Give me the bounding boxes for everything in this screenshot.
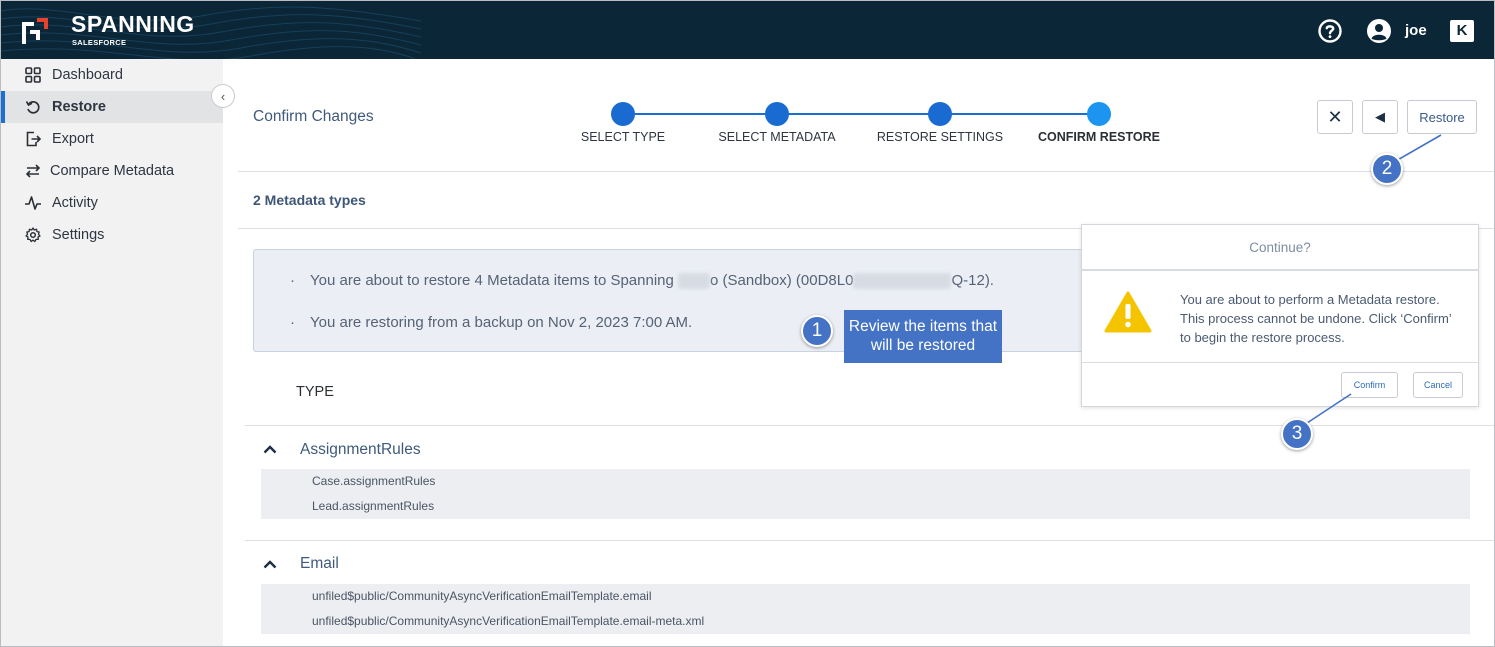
step-label-confirm-restore: CONFIRM RESTORE: [1038, 130, 1160, 144]
back-button[interactable]: ◀: [1362, 100, 1398, 134]
sidebar-item-label: Compare Metadata: [50, 163, 175, 179]
summary-text-middle: o (Sandbox) (00D8L0: [710, 272, 854, 289]
list-item: unfiled$public/CommunityAsyncVerificatio…: [312, 614, 705, 628]
step-label-select-metadata: SELECT METADATA: [718, 130, 836, 144]
summary-text-suffix: Q-12).: [951, 272, 994, 289]
header-divider: [238, 171, 1494, 172]
brand-subtitle: SALESFORCE: [72, 38, 127, 47]
sidebar-item-dashboard[interactable]: Dashboard: [1, 59, 223, 91]
bullet: ·: [290, 272, 295, 289]
summary-text-prefix: You are about to restore 4 Metadata item…: [310, 272, 679, 289]
redacted-text: [678, 273, 711, 290]
dialog-footer-divider: [1082, 362, 1478, 363]
confirm-dialog: Continue? You are about to perform a Met…: [1081, 224, 1479, 407]
compare-arrows-icon: [23, 161, 43, 181]
restore-icon: [23, 97, 43, 117]
help-circle-icon[interactable]: [1318, 19, 1342, 43]
group-items-email: unfiled$public/CommunityAsyncVerificatio…: [261, 584, 1470, 634]
sidebar-item-label: Activity: [52, 195, 98, 211]
step-dot-confirm-restore[interactable]: [1087, 102, 1111, 126]
group-items-assignmentrules: Case.assignmentRules Lead.assignmentRule…: [261, 469, 1470, 519]
sidebar-item-settings[interactable]: Settings: [1, 219, 223, 251]
callout-review-items: Review the items that will be restored: [844, 310, 1002, 363]
kaseya-icon[interactable]: K: [1450, 20, 1474, 42]
list-item: unfiled$public/CommunityAsyncVerificatio…: [312, 589, 652, 603]
app-window: SPANNING SALESFORCE joe K Dashboard Rest…: [0, 0, 1495, 647]
sidebar-item-label: Restore: [52, 99, 106, 115]
page-title: Confirm Changes: [253, 108, 374, 125]
header-wave-decoration: [1, 6, 421, 59]
step-dot-select-type[interactable]: [611, 102, 635, 126]
sidebar-item-activity[interactable]: Activity: [1, 187, 223, 219]
sidebar-item-compare-metadata[interactable]: Compare Metadata: [1, 155, 223, 187]
type-column-header: TYPE: [296, 384, 334, 400]
sidebar: Dashboard Restore Export Compare Metadat…: [1, 59, 223, 646]
stepper-connector: [635, 113, 1111, 115]
summary-text: You are restoring from a backup on Nov 2…: [310, 314, 693, 331]
chevron-up-icon[interactable]: [263, 559, 277, 569]
gear-icon: [23, 225, 43, 245]
chevron-up-icon[interactable]: [263, 444, 277, 454]
dialog-message: You are about to perform a Metadata rest…: [1180, 292, 1452, 345]
grid-icon: [23, 65, 43, 85]
group-header-email[interactable]: Email: [300, 555, 339, 573]
redacted-text: [853, 273, 952, 290]
sidebar-item-label: Dashboard: [52, 67, 123, 83]
warning-triangle-icon: [1104, 291, 1152, 333]
spanning-logo-icon: [22, 18, 48, 44]
step-label-select-type: SELECT TYPE: [580, 130, 666, 144]
callout-number-1: 1: [801, 315, 833, 347]
step-dot-select-metadata[interactable]: [765, 102, 789, 126]
group-divider: [245, 540, 1494, 541]
group-header-assignmentrules[interactable]: AssignmentRules: [300, 441, 421, 459]
list-item: Case.assignmentRules: [312, 474, 436, 488]
cancel-button[interactable]: Cancel: [1413, 372, 1463, 398]
confirm-button[interactable]: Confirm: [1341, 372, 1398, 398]
bullet: ·: [290, 314, 295, 331]
callout-number-3: 3: [1281, 418, 1313, 450]
top-header-bar: SPANNING SALESFORCE joe K: [1, 1, 1494, 59]
sidebar-item-restore[interactable]: Restore: [1, 91, 223, 123]
dialog-title: Continue?: [1082, 225, 1478, 271]
restore-button[interactable]: Restore: [1407, 100, 1477, 134]
step-label-restore-settings: RESTORE SETTINGS: [876, 130, 1004, 144]
summary-line-backup-date: · You are restoring from a backup on Nov…: [290, 314, 693, 331]
user-avatar-icon[interactable]: [1367, 19, 1391, 43]
sidebar-item-label: Settings: [52, 227, 105, 243]
close-button[interactable]: ✕: [1317, 100, 1353, 134]
sidebar-item-label: Export: [52, 131, 94, 147]
list-item: Lead.assignmentRules: [312, 499, 435, 513]
summary-line-destination: · You are about to restore 4 Metadata it…: [290, 272, 994, 290]
export-icon: [23, 129, 43, 149]
restore-stepper: SELECT TYPE SELECT METADATA RESTORE SETT…: [563, 102, 1183, 152]
step-dot-restore-settings[interactable]: [928, 102, 952, 126]
brand-name: SPANNING: [71, 11, 195, 37]
metadata-types-count: 2 Metadata types: [253, 192, 366, 208]
callout-number-2: 2: [1371, 153, 1403, 185]
sidebar-collapse-button[interactable]: ‹: [211, 84, 235, 108]
activity-pulse-icon: [23, 193, 43, 213]
user-name[interactable]: joe: [1405, 22, 1427, 39]
sidebar-item-export[interactable]: Export: [1, 123, 223, 155]
